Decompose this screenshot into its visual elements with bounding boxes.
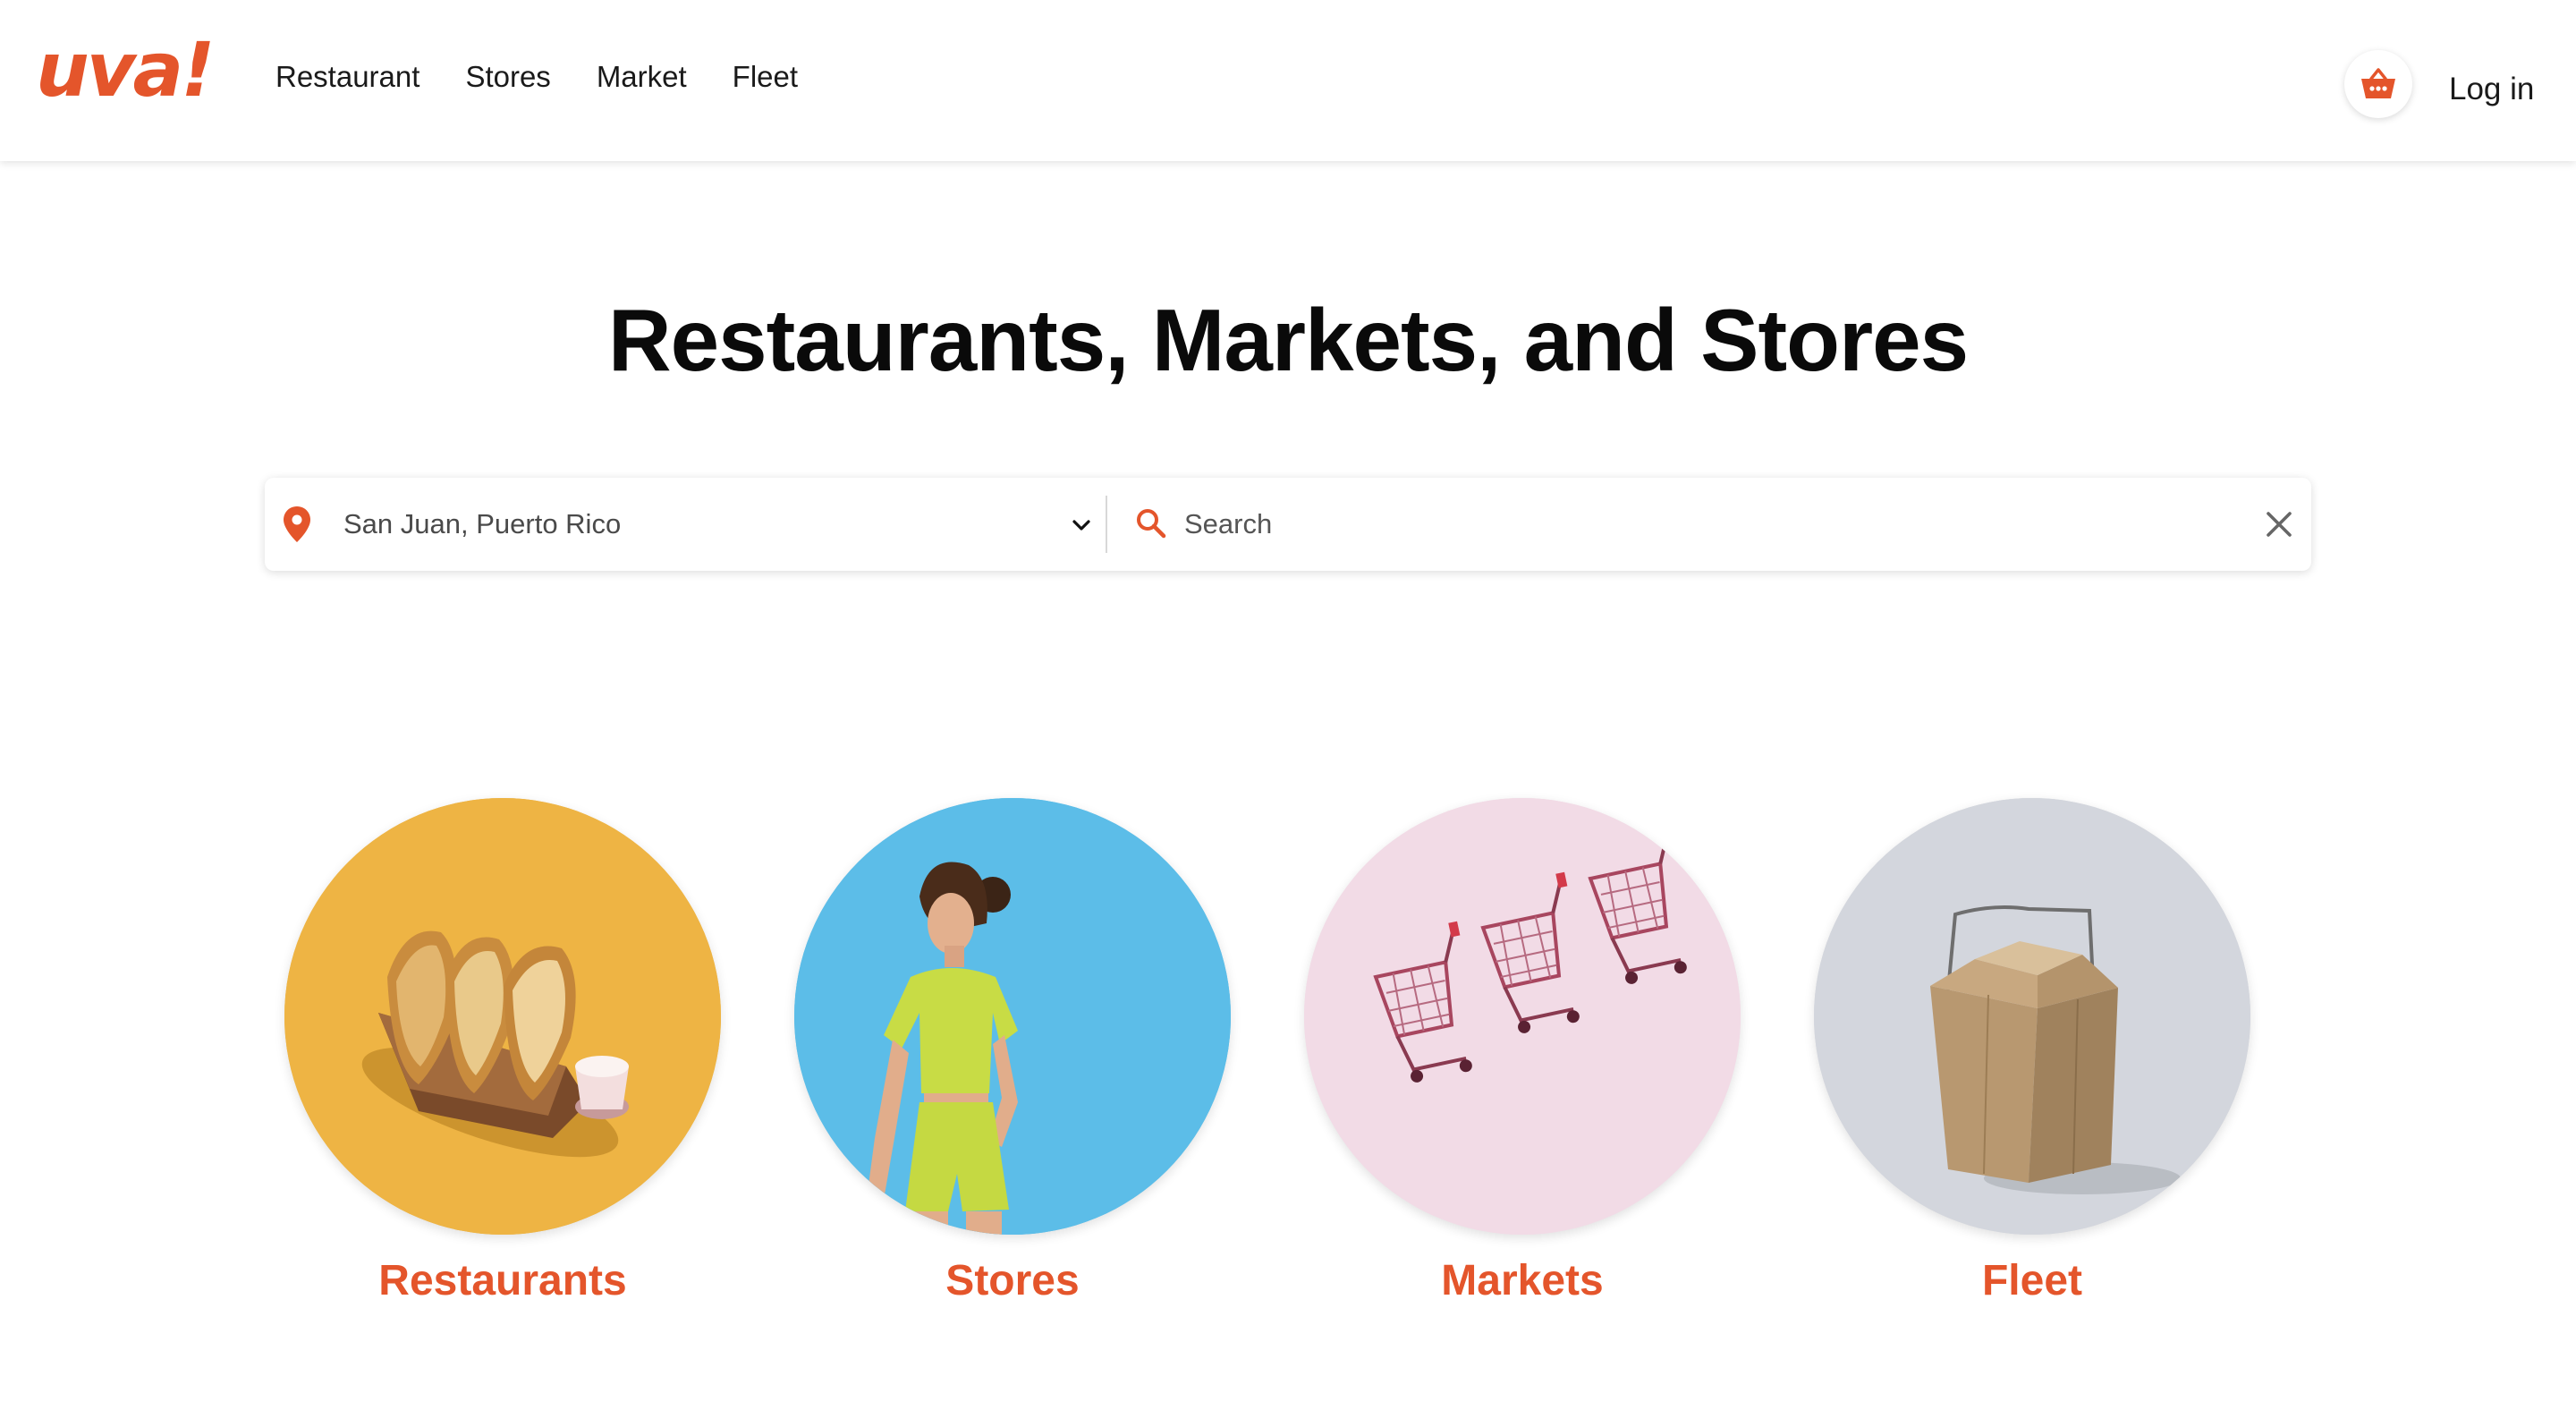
nav-link-stores[interactable]: Stores: [465, 59, 550, 95]
category-label-fleet[interactable]: Fleet: [1814, 1256, 2250, 1306]
takeout-box-image: [1814, 798, 2250, 1235]
category-image-markets: [1304, 798, 1741, 1235]
page-title: Restaurants, Markets, and Stores: [607, 291, 1969, 389]
location-select[interactable]: San Juan, Puerto Rico: [343, 506, 621, 542]
category-label-markets[interactable]: Markets: [1304, 1256, 1741, 1306]
map-pin-icon: [284, 506, 310, 542]
search-icon: [1137, 509, 1166, 539]
uva-logo[interactable]: uva!: [36, 32, 216, 107]
category-fleet[interactable]: Fleet: [1814, 798, 2250, 1306]
top-navigation-bar: uva! Restaurant Stores Market Fleet Log …: [0, 0, 2576, 161]
nav-link-market[interactable]: Market: [597, 59, 687, 95]
empanadas-image: [284, 798, 721, 1235]
shopping-carts-image: [1304, 798, 1741, 1235]
search-input[interactable]: [1177, 499, 2247, 549]
category-restaurants[interactable]: Restaurants: [284, 798, 721, 1306]
nav-link-fleet[interactable]: Fleet: [733, 59, 798, 95]
category-stores[interactable]: Stores: [794, 798, 1231, 1306]
search-divider: [1106, 496, 1107, 553]
basket-icon: [2361, 68, 2395, 98]
category-image-fleet: [1814, 798, 2250, 1235]
category-image-stores: [794, 798, 1231, 1235]
category-label-restaurants[interactable]: Restaurants: [284, 1256, 721, 1306]
chevron-down-icon[interactable]: [1066, 510, 1097, 540]
login-link[interactable]: Log in: [2449, 72, 2534, 107]
close-icon[interactable]: [2261, 506, 2297, 542]
category-label-stores[interactable]: Stores: [794, 1256, 1231, 1306]
nav-link-restaurant[interactable]: Restaurant: [275, 59, 419, 95]
page: uva! Restaurant Stores Market Fleet Log …: [0, 0, 2576, 1410]
category-markets[interactable]: Markets: [1304, 798, 1741, 1306]
fashion-model-image: [794, 798, 1231, 1235]
main-nav: Restaurant Stores Market Fleet: [275, 59, 798, 95]
category-image-restaurants: [284, 798, 721, 1235]
search-bar: San Juan, Puerto Rico: [265, 478, 2311, 571]
cart-button[interactable]: [2344, 50, 2412, 118]
